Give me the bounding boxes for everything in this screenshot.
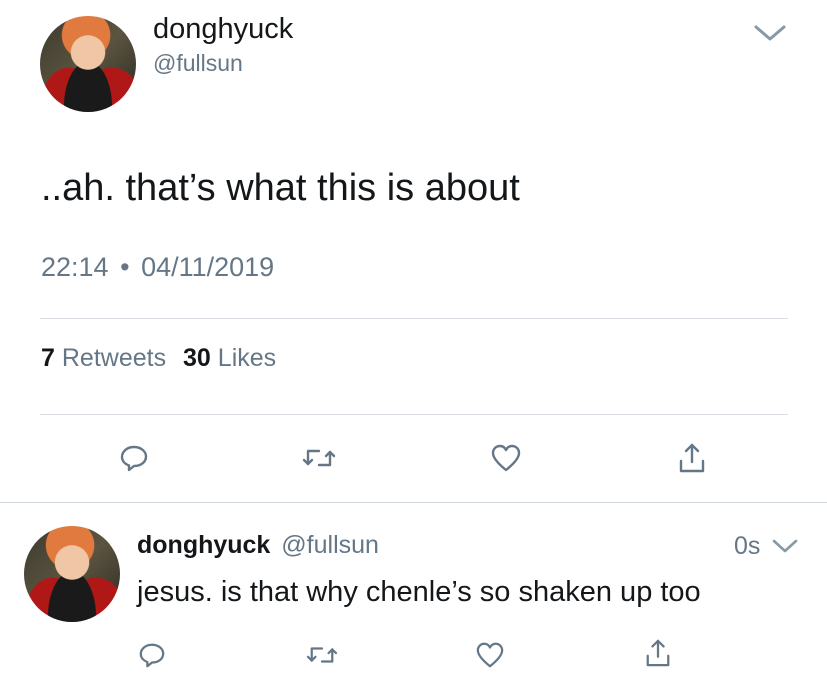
retweet-button[interactable]	[305, 638, 339, 672]
like-button[interactable]	[473, 638, 507, 672]
divider	[0, 502, 827, 503]
likes-count: 30	[183, 344, 211, 372]
retweet-icon	[302, 449, 336, 467]
like-button[interactable]	[489, 441, 523, 475]
reply-icon	[120, 445, 148, 472]
share-button[interactable]	[641, 636, 675, 670]
tweet-time: 22:14	[41, 252, 109, 282]
likes-stat[interactable]: 30 Likes	[183, 344, 276, 372]
tweet-date: 04/11/2019	[141, 252, 275, 282]
share-button[interactable]	[675, 441, 709, 475]
user-handle[interactable]: @fullsun	[153, 50, 243, 77]
reply-text: jesus. is that why chenle’s so shaken up…	[137, 576, 701, 608]
share-icon	[646, 639, 670, 667]
tweet-text: ..ah. that’s what this is about	[41, 167, 520, 209]
reply-icon	[139, 643, 165, 668]
reply-header[interactable]: donghyuck @fullsun	[137, 531, 379, 560]
tweet-timestamp[interactable]: 22:14 • 04/11/2019	[41, 252, 274, 283]
chevron-down-icon	[772, 539, 798, 553]
reply-display-name: donghyuck	[137, 531, 271, 559]
reply-button[interactable]	[117, 441, 151, 475]
share-icon	[679, 443, 705, 473]
avatar[interactable]	[24, 526, 120, 622]
likes-label: Likes	[217, 344, 277, 372]
reply-menu-chevron[interactable]	[771, 537, 799, 555]
chevron-down-icon	[754, 25, 786, 41]
avatar[interactable]	[40, 16, 136, 112]
timestamp-separator: •	[120, 252, 130, 282]
divider	[40, 414, 788, 415]
retweets-count: 7	[41, 344, 55, 372]
engagement-stats: 7 Retweets 30 Likes	[41, 344, 276, 373]
divider	[40, 318, 788, 319]
heart-icon	[476, 642, 504, 668]
retweet-button[interactable]	[302, 441, 336, 475]
retweet-icon	[306, 647, 338, 663]
reply-button[interactable]	[135, 638, 169, 672]
retweets-stat[interactable]: 7 Retweets	[41, 344, 173, 372]
display-name[interactable]: donghyuck	[153, 13, 293, 46]
tweet-menu-chevron[interactable]	[752, 22, 788, 44]
heart-icon	[491, 444, 521, 472]
reply-time: 0s	[734, 532, 761, 560]
retweets-label: Retweets	[61, 344, 167, 372]
reply-handle: @fullsun	[281, 531, 379, 559]
